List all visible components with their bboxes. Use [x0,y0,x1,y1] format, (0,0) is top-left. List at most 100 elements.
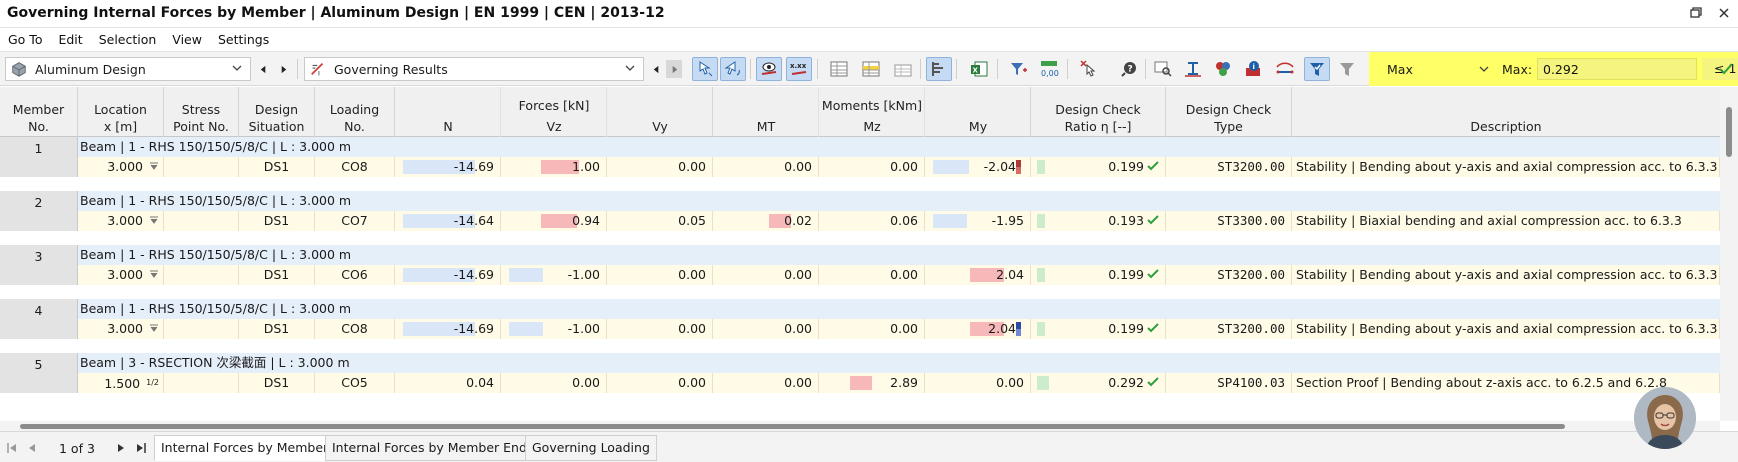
moment-my-cell[interactable]: 2.04 [925,265,1031,285]
design-check-type-cell[interactable]: SP4100.03 [1166,373,1292,393]
result-data-row[interactable]: 3.000 DS1 CO8 -14.69 1.00 0.00 0.00 0.00 -2.04 0.… [78,157,1720,177]
description-cell[interactable]: Stability | Bending about y-axis and axi… [1292,319,1720,339]
force-vz-cell[interactable]: -1.00 [501,265,607,285]
show-values-icon[interactable]: x.xx [786,57,812,81]
stress-point-cell[interactable] [164,319,239,339]
force-vz-cell[interactable]: -1.00 [501,319,607,339]
force-vy-cell[interactable]: 0.05 [607,211,713,231]
help-search-icon[interactable]: ? [1116,57,1142,81]
location-cell[interactable]: 1.500 1/2 [78,373,164,393]
design-check-type-cell[interactable]: ST3200.00 [1166,265,1292,285]
header-type[interactable]: Design Check Type [1166,87,1292,137]
tab-internal-forces-by-member-end[interactable]: Internal Forces by Member End [325,435,534,461]
previous-module-arrow[interactable] [255,60,271,78]
design-ratio-cell[interactable]: 0.292 [1031,373,1166,393]
design-check-type-cell[interactable]: ST3300.00 [1166,211,1292,231]
moment-mt-cell[interactable]: 0.02 [713,211,819,231]
header-design-situation[interactable]: Design Situation [239,87,315,137]
moment-mt-cell[interactable]: 0.00 [713,319,819,339]
filter-max-input[interactable] [1537,58,1697,80]
vertical-scroll-thumb[interactable] [1726,107,1732,157]
member-number[interactable]: 5 [0,353,78,393]
design-situation-cell[interactable]: DS1 [239,319,315,339]
description-cell[interactable]: Stability | Biaxial bending and axial co… [1292,211,1720,231]
vertical-scrollbar[interactable] [1720,87,1738,421]
force-n-cell[interactable]: -14.69 [395,157,501,177]
table-filter-rows-icon[interactable] [890,57,916,81]
moment-mz-cell[interactable]: 0.00 [819,265,925,285]
previous-page-icon[interactable] [25,441,39,455]
result-data-row[interactable]: 3.000 DS1 CO7 -14.64 0.94 0.05 0.02 0.06 -1.95 0.… [78,211,1720,231]
restore-window-icon[interactable] [1688,5,1704,21]
loading-cell[interactable]: CO5 [315,373,395,393]
loading-cell[interactable]: CO8 [315,319,395,339]
design-ratio-cell[interactable]: 0.199 [1031,265,1166,285]
force-vy-cell[interactable]: 0.00 [607,265,713,285]
moment-mz-cell[interactable]: 0.06 [819,211,925,231]
force-n-cell[interactable]: -14.69 [395,265,501,285]
header-stress-point[interactable]: Stress Point No. [164,87,239,137]
member-description-row[interactable]: Beam | 3 - RSECTION 次梁截面 | L : 3.000 m [78,353,1720,373]
force-vy-cell[interactable]: 0.00 [607,157,713,177]
horizontal-scroll-thumb[interactable] [20,424,1565,429]
design-check-type-cell[interactable]: ST3200.00 [1166,157,1292,177]
loading-cell[interactable]: CO7 [315,211,395,231]
result-data-row[interactable]: 3.000 DS1 CO6 -14.69 -1.00 0.00 0.00 0.00 2.04 0.… [78,265,1720,285]
close-window-icon[interactable] [1716,5,1732,21]
results-dropdown[interactable]: I Governing Results [304,57,644,81]
result-data-row[interactable]: 1.500 1/2 DS1 CO5 0.04 0.00 0.00 0.00 2.89 0.00 0.… [78,373,1720,393]
location-cell[interactable]: 3.000 [78,157,164,177]
force-n-cell[interactable]: -14.69 [395,319,501,339]
force-vz-cell[interactable]: 1.00 [501,157,607,177]
header-ratio[interactable]: Design Check Ratio η [--] [1031,87,1166,137]
table-row[interactable]: 4 Beam | 1 - RHS 150/150/5/8/C | L : 3.00… [0,299,1720,359]
decimal-places-icon[interactable]: 0,00 [1036,57,1062,81]
design-situation-cell[interactable]: DS1 [239,373,315,393]
stress-point-cell[interactable] [164,211,239,231]
force-vy-cell[interactable]: 0.00 [607,373,713,393]
member-section-icon[interactable] [1180,57,1206,81]
module-dropdown[interactable]: Aluminum Design [5,57,251,81]
menu-go-to[interactable]: Go To [0,28,50,51]
force-vy-cell[interactable]: 0.00 [607,319,713,339]
member-number[interactable]: 4 [0,299,78,339]
member-number[interactable]: 1 [0,137,78,177]
member-description-row[interactable]: Beam | 1 - RHS 150/150/5/8/C | L : 3.000… [78,137,1720,157]
previous-result-arrow[interactable] [648,60,664,78]
table-row[interactable]: 3 Beam | 1 - RHS 150/150/5/8/C | L : 3.00… [0,245,1720,305]
header-member[interactable]: Member No. [0,87,78,137]
member-description-row[interactable]: Beam | 1 - RHS 150/150/5/8/C | L : 3.000… [78,245,1720,265]
table-row[interactable]: 2 Beam | 1 - RHS 150/150/5/8/C | L : 3.00… [0,191,1720,251]
menu-selection[interactable]: Selection [91,28,165,51]
stress-point-cell[interactable] [164,265,239,285]
member-number[interactable]: 2 [0,191,78,231]
next-module-arrow[interactable] [275,60,291,78]
next-page-icon[interactable] [114,441,128,455]
menu-settings[interactable]: Settings [210,28,277,51]
force-vz-cell[interactable]: 0.00 [501,373,607,393]
header-location[interactable]: Location x [m] [78,87,164,137]
design-check-type-cell[interactable]: ST3200.00 [1166,319,1292,339]
last-page-icon[interactable] [134,441,148,455]
filter-off-icon[interactable] [1334,57,1360,81]
tab-governing-loading[interactable]: Governing Loading [525,435,657,461]
assistant-avatar[interactable] [1634,387,1696,449]
member-number[interactable]: 3 [0,245,78,285]
tab-internal-forces-by-member[interactable]: Internal Forces by Member [154,435,336,461]
clear-selection-icon[interactable] [1076,57,1102,81]
design-ratio-cell[interactable]: 0.199 [1031,319,1166,339]
design-situation-cell[interactable]: DS1 [239,211,315,231]
design-situation-cell[interactable]: DS1 [239,157,315,177]
moment-my-cell[interactable]: -1.95 [925,211,1031,231]
diagram-icon[interactable] [1272,57,1298,81]
location-cell[interactable]: 3.000 [78,211,164,231]
table-row[interactable]: 5 Beam | 3 - RSECTION 次梁截面 | L : 3.000 m1… [0,353,1720,413]
moment-mz-cell[interactable]: 0.00 [819,157,925,177]
menu-edit[interactable]: Edit [50,28,90,51]
result-data-row[interactable]: 3.000 DS1 CO8 -14.69 -1.00 0.00 0.00 0.00 2.04 0.… [78,319,1720,339]
export-excel-icon[interactable]: X [966,57,992,81]
select-in-model-icon[interactable] [720,57,746,81]
visibility-eye-icon[interactable] [756,57,782,81]
filter-mode-dropdown[interactable]: Max [1377,58,1495,80]
select-in-table-icon[interactable] [692,57,718,81]
